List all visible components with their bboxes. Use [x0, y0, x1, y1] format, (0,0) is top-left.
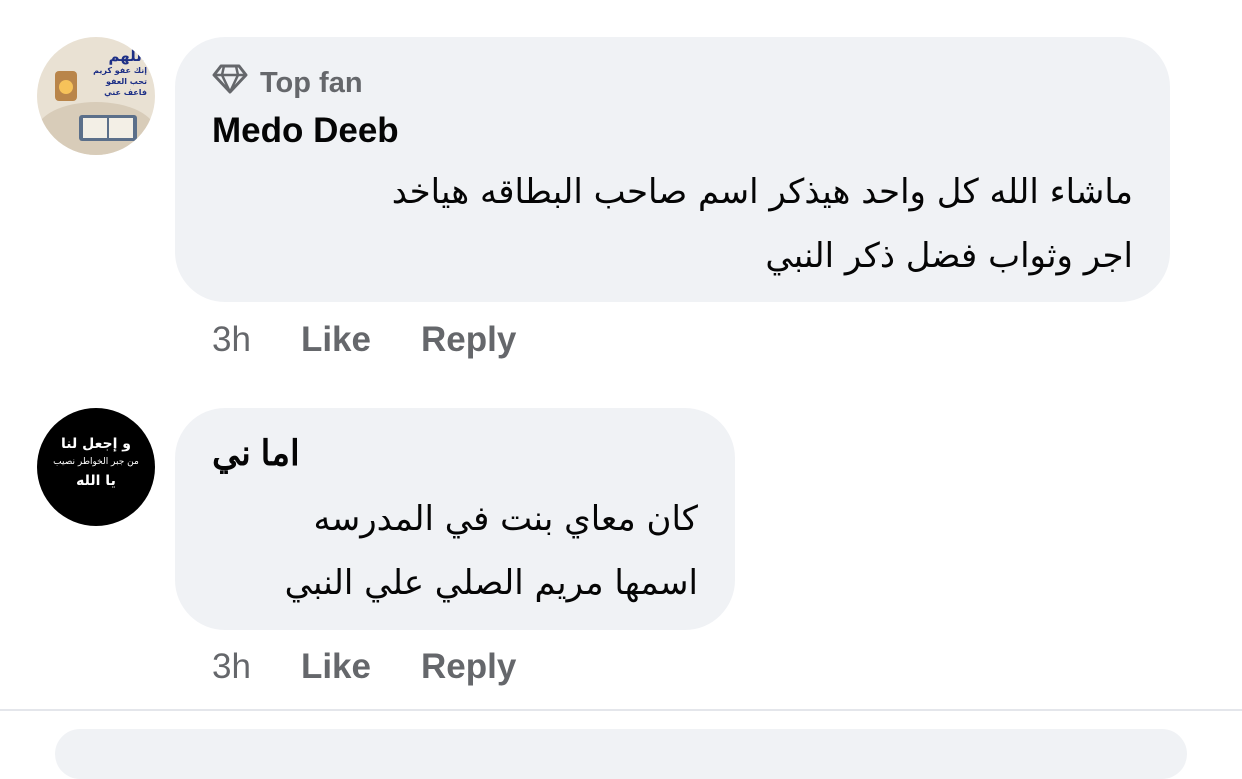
divider	[0, 709, 1242, 711]
comment-actions: 3h Like Reply	[212, 647, 566, 687]
comment-bubble: Top fan Medo Deeb ماشاء الله كل واحد هيذ…	[175, 37, 1170, 302]
like-button[interactable]: Like	[301, 320, 371, 360]
comment-timestamp[interactable]: 3h	[212, 320, 251, 360]
like-button[interactable]: Like	[301, 647, 371, 687]
avatar[interactable]: اللهم إنك عفو كريم تحب العفو فاعف عني	[37, 37, 155, 155]
reply-button[interactable]: Reply	[421, 647, 516, 687]
comment-bubble: اما ني كان معاي بنت في المدرسه اسمها مري…	[175, 408, 735, 630]
avatar-caption: و إجعل لنا من جبر الخواطر نصيب يا الله	[53, 436, 139, 489]
comment-text-line: ماشاء الله كل واحد هيذكر اسم صاحب البطاق…	[391, 172, 1133, 212]
avatar[interactable]: و إجعل لنا من جبر الخواطر نصيب يا الله	[37, 408, 155, 526]
comment-text-line: اسمها مريم الصلي علي النبي	[284, 563, 698, 603]
badge-label: Top fan	[260, 66, 363, 99]
comment-timestamp[interactable]: 3h	[212, 647, 251, 687]
comment-author[interactable]: Medo Deeb	[212, 111, 399, 151]
diamond-icon	[212, 64, 248, 102]
top-fan-badge: Top fan	[212, 64, 363, 102]
comment-author[interactable]: اما ني	[212, 434, 300, 474]
avatar-caption: اللهم إنك عفو كريم تحب العفو فاعف عني	[93, 47, 147, 97]
comment-actions: 3h Like Reply	[212, 320, 566, 360]
comment-text-line: كان معاي بنت في المدرسه	[313, 499, 698, 539]
comment-text-line: اجر وثواب فضل ذكر النبي	[765, 236, 1133, 276]
reply-button[interactable]: Reply	[421, 320, 516, 360]
